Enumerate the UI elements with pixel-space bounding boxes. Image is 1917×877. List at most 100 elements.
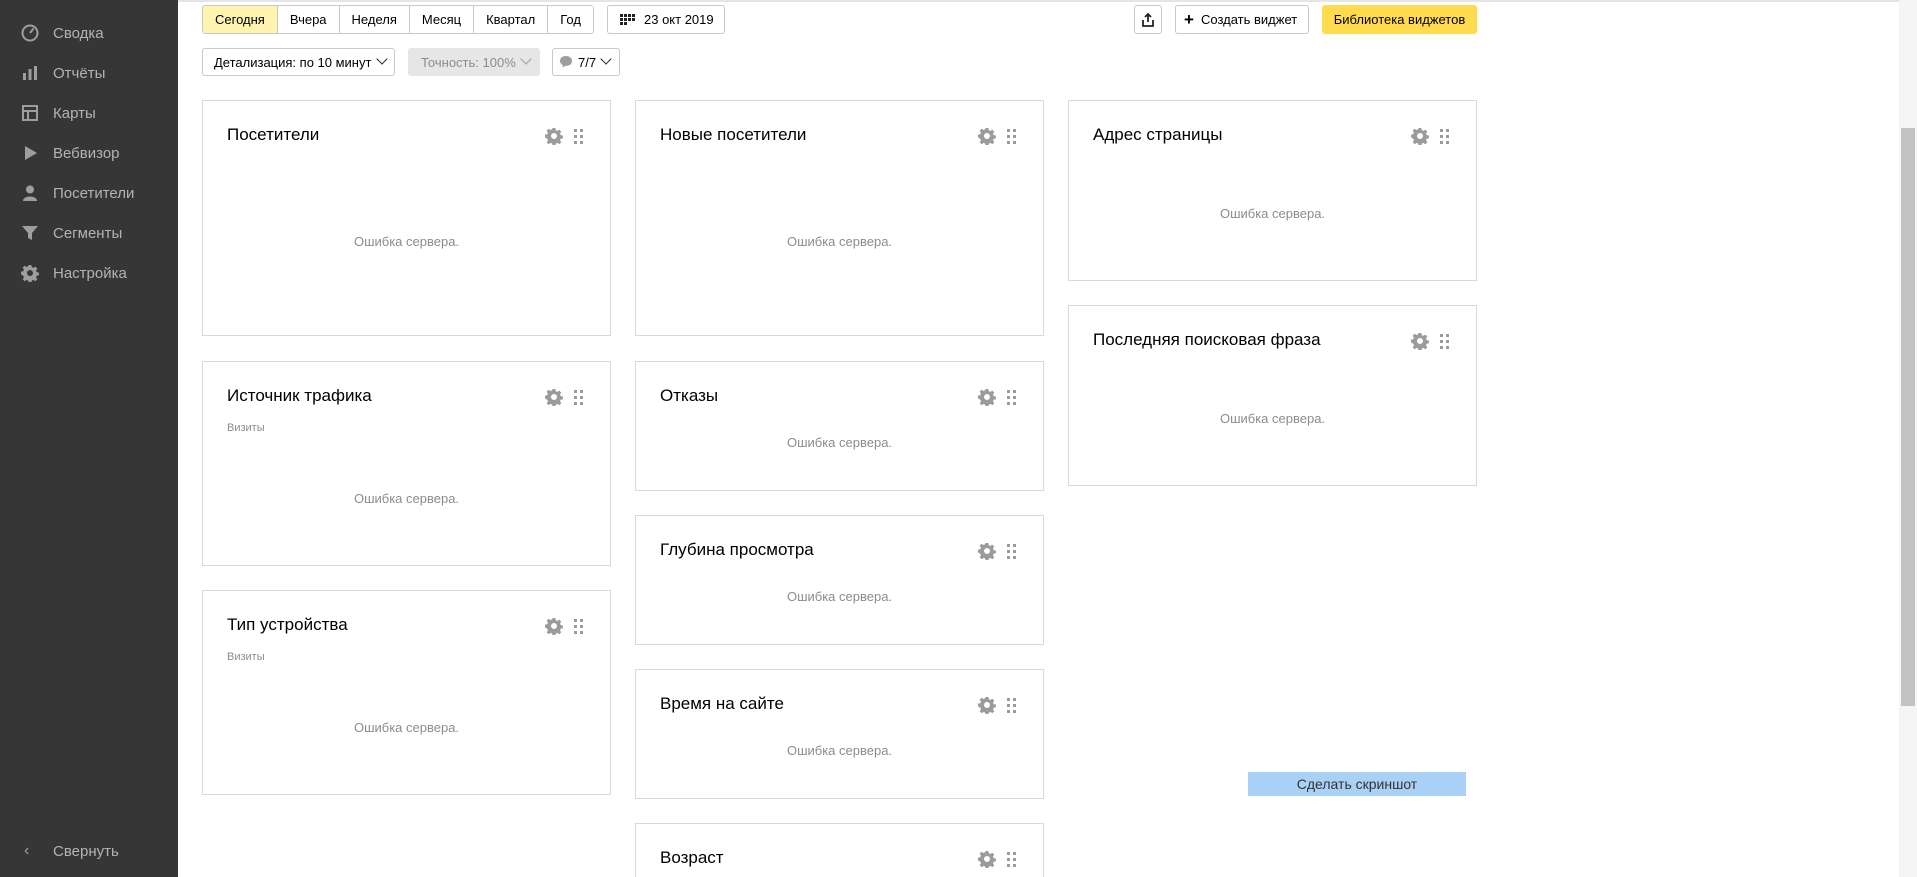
sidebar-item-label: Сводка — [53, 24, 104, 42]
period-yesterday-button[interactable]: Вчера — [277, 6, 340, 33]
widget-error: Ошибка сервера. — [786, 435, 893, 450]
share-button[interactable] — [1134, 5, 1162, 34]
sidebar-item-label: Сегменты — [53, 224, 123, 242]
widget-title: Адрес страницы — [1093, 125, 1223, 144]
widget-device-type: Тип устройства Визиты Ошибка сервера. — [202, 590, 611, 795]
widget-settings-gear-icon[interactable] — [545, 388, 563, 407]
widget-settings-gear-icon[interactable] — [978, 542, 996, 561]
widget-traffic-source: Источник трафика Визиты Ошибка сервера. — [202, 361, 611, 566]
date-picker-button[interactable]: 23 окт 2019 — [607, 5, 725, 34]
widget-error: Ошибка сервера. — [1219, 206, 1326, 221]
widget-title: Источник трафика — [227, 386, 372, 405]
drag-handle-icon[interactable] — [1007, 544, 1017, 559]
plus-icon: + — [1184, 10, 1194, 29]
widget-settings-gear-icon[interactable] — [1411, 332, 1429, 351]
chevron-left-icon: ‹ — [24, 842, 30, 859]
widget-error: Ошибка сервера. — [1219, 411, 1326, 426]
comments-select[interactable]: 7/7 — [552, 48, 620, 76]
period-today-button[interactable]: Сегодня — [203, 6, 278, 33]
widget-settings-gear-icon[interactable] — [545, 127, 563, 146]
map-layout-icon — [21, 104, 39, 122]
sidebar-item-label: Отчёты — [53, 64, 106, 82]
widget-title: Тип устройства — [227, 615, 348, 634]
create-widget-label: Создать виджет — [1201, 12, 1298, 27]
detail-select[interactable]: Детализация: по 10 минут — [202, 48, 395, 76]
widget-subtitle: Визиты — [227, 422, 265, 434]
widget-subtitle: Визиты — [227, 651, 265, 663]
sidebar-item-visitors[interactable]: Посетители — [0, 175, 178, 211]
create-widget-button[interactable]: + Создать виджет — [1175, 5, 1309, 34]
widget-new-visitors: Новые посетители Ошибка сервера. — [635, 100, 1044, 336]
chevron-down-icon — [600, 53, 612, 65]
widget-error: Ошибка сервера. — [353, 720, 460, 735]
widget-title: Время на сайте — [660, 694, 784, 713]
drag-handle-icon[interactable] — [1007, 390, 1017, 405]
drag-handle-icon[interactable] — [1440, 129, 1450, 144]
widget-settings-gear-icon[interactable] — [978, 696, 996, 715]
widget-error: Ошибка сервера. — [353, 234, 460, 249]
date-label: 23 окт 2019 — [644, 12, 714, 27]
detail-select-value: Детализация: по 10 минут — [214, 54, 372, 70]
widget-library-button[interactable]: Библиотека виджетов — [1322, 5, 1477, 34]
widget-settings-gear-icon[interactable] — [545, 617, 563, 636]
widget-title: Глубина просмотра — [660, 540, 814, 559]
sidebar-item-label: Вебвизор — [53, 144, 120, 162]
widget-last-search-phrase: Последняя поисковая фраза Ошибка сервера… — [1068, 305, 1477, 486]
gear-icon — [21, 264, 39, 282]
widget-settings-gear-icon[interactable] — [1411, 127, 1429, 146]
drag-handle-icon[interactable] — [1007, 698, 1017, 713]
user-icon — [21, 184, 39, 202]
filter-icon — [21, 224, 39, 242]
sidebar-item-reports[interactable]: Отчёты — [0, 55, 178, 91]
calendar-icon — [620, 14, 635, 25]
widget-title: Посетители — [227, 125, 320, 144]
widget-settings-gear-icon[interactable] — [978, 388, 996, 407]
collapse-sidebar-button[interactable]: ‹ Свернуть — [0, 833, 178, 869]
widget-error: Ошибка сервера. — [786, 234, 893, 249]
bar-chart-icon — [21, 64, 39, 82]
comments-select-value: 7/7 — [578, 54, 597, 70]
sidebar-item-label: Настройка — [53, 264, 127, 282]
drag-handle-icon[interactable] — [574, 619, 584, 634]
widget-bounces: Отказы Ошибка сервера. — [635, 361, 1044, 491]
drag-handle-icon[interactable] — [574, 129, 584, 144]
drag-handle-icon[interactable] — [1007, 852, 1017, 867]
chevron-down-icon — [376, 53, 388, 65]
period-selector: Сегодня Вчера Неделя Месяц Квартал Год — [202, 5, 594, 34]
take-screenshot-button[interactable]: Сделать скриншот — [1248, 772, 1466, 796]
sidebar: Сводка Отчёты Карты Вебвизор Посетители — [0, 0, 178, 877]
sidebar-item-maps[interactable]: Карты — [0, 95, 178, 131]
accuracy-select-value: Точность: 100% — [421, 54, 516, 70]
period-quarter-button[interactable]: Квартал — [474, 6, 549, 33]
widget-settings-gear-icon[interactable] — [978, 127, 996, 146]
period-week-button[interactable]: Неделя — [339, 6, 410, 33]
app: Сводка Отчёты Карты Вебвизор Посетители — [0, 0, 1917, 877]
sidebar-item-segments[interactable]: Сегменты — [0, 215, 178, 251]
share-icon — [1142, 12, 1154, 27]
sidebar-item-label: Посетители — [53, 184, 135, 202]
widget-settings-gear-icon[interactable] — [978, 850, 996, 869]
widget-age: Возраст — [635, 823, 1044, 877]
widget-error: Ошибка сервера. — [353, 491, 460, 506]
period-year-button[interactable]: Год — [548, 6, 593, 33]
widget-visitors: Посетители Ошибка сервера. — [202, 100, 611, 336]
widget-error: Ошибка сервера. — [786, 743, 893, 758]
comment-bubble-icon — [560, 56, 572, 68]
period-month-button[interactable]: Месяц — [409, 6, 475, 33]
sidebar-item-webvisor[interactable]: Вебвизор — [0, 135, 178, 171]
sidebar-item-settings[interactable]: Настройка — [0, 255, 178, 291]
widget-page-url: Адрес страницы Ошибка сервера. — [1068, 100, 1477, 281]
widget-depth: Глубина просмотра Ошибка сервера. — [635, 515, 1044, 645]
drag-handle-icon[interactable] — [574, 390, 584, 405]
scrollbar-thumb[interactable] — [1901, 128, 1915, 706]
play-icon — [21, 144, 39, 162]
collapse-label: Свернуть — [53, 842, 119, 860]
gauge-icon — [21, 24, 39, 42]
widget-title: Последняя поисковая фраза — [1093, 330, 1321, 349]
drag-handle-icon[interactable] — [1440, 334, 1450, 349]
accuracy-select[interactable]: Точность: 100% — [408, 48, 540, 76]
drag-handle-icon[interactable] — [1007, 129, 1017, 144]
widget-title: Новые посетители — [660, 125, 807, 144]
sidebar-item-summary[interactable]: Сводка — [0, 15, 178, 51]
widget-time-on-site: Время на сайте Ошибка сервера. — [635, 669, 1044, 799]
